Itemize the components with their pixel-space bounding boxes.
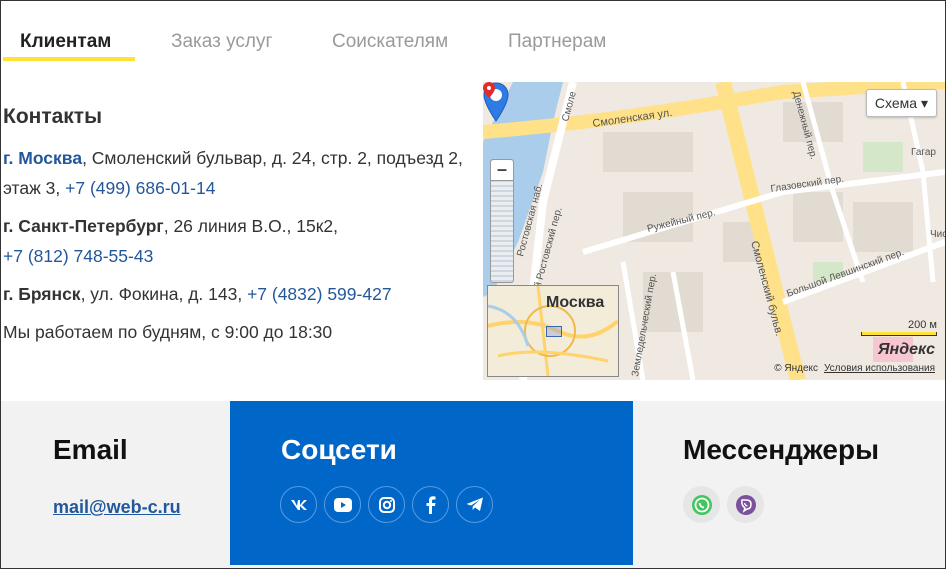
active-tab-indicator [3, 57, 135, 61]
youtube-icon[interactable] [324, 486, 361, 523]
mini-pin-icon [483, 82, 495, 98]
page-frame: Клиентам Заказ услуг Соискателям Партнер… [0, 0, 946, 569]
working-hours: Мы работаем по будням, с 9:00 до 18:30 [3, 322, 333, 342]
zoom-slider[interactable]: – [490, 159, 514, 283]
instagram-icon[interactable] [368, 486, 405, 523]
yandex-map[interactable]: Смоленская ул. Смоленский бульв. Ружейны… [483, 82, 945, 380]
moscow-phone-link[interactable]: +7 (499) 686-01-14 [65, 178, 215, 198]
contact-spb: г. Санкт-Петербург, 26 линия В.О., 15к2,… [3, 211, 473, 271]
minimap-viewport [546, 326, 562, 337]
map-type-button[interactable]: Схема ▾ [865, 89, 937, 117]
contacts-section: Контакты г. Москва, Смоленский бульвар, … [3, 101, 473, 355]
footer: Email mail@web-c.ru Соцсети Мессенджеры [1, 401, 945, 568]
street-gagar: Гагар [911, 147, 936, 158]
zoom-out-button[interactable]: – [491, 160, 513, 181]
social-icons [280, 486, 493, 523]
email-column: Email mail@web-c.ru [1, 401, 230, 568]
tab-partners[interactable]: Партнерам [508, 31, 606, 53]
tab-order-services[interactable]: Заказ услуг [171, 31, 272, 53]
bryansk-address: , ул. Фокина, д. 143, [80, 284, 248, 304]
minimap[interactable]: Москва [487, 285, 619, 377]
spb-address: , 26 линия В.О., 15к2, [163, 216, 338, 236]
bryansk-city: г. Брянск [3, 284, 81, 304]
tab-clients[interactable]: Клиентам [20, 31, 111, 53]
viber-icon[interactable] [727, 486, 764, 523]
vk-icon[interactable] [280, 486, 317, 523]
social-title: Соцсети [281, 434, 397, 465]
messenger-icons [683, 486, 764, 523]
copyright-text: © Яндекс [774, 363, 818, 374]
contact-moscow: г. Москва, Смоленский бульвар, д. 24, ст… [3, 143, 473, 203]
spb-city: г. Санкт-Петербург [3, 216, 164, 236]
map-scale-bar [861, 332, 937, 336]
tab-applicants[interactable]: Соискателям [332, 31, 448, 53]
spb-phone-link[interactable]: +7 (812) 748-55-43 [3, 246, 153, 266]
terms-link[interactable]: Условия использования [824, 363, 935, 374]
facebook-icon[interactable] [412, 486, 449, 523]
tab-bar: Клиентам Заказ услуг Соискателям Партнер… [1, 31, 945, 61]
bryansk-phone-link[interactable]: +7 (4832) 599-427 [247, 284, 392, 304]
messengers-title: Мессенджеры [683, 434, 879, 465]
contacts-title: Контакты [3, 105, 103, 128]
email-title: Email [53, 434, 128, 465]
moscow-city-link[interactable]: г. Москва [3, 148, 82, 168]
messengers-column: Мессенджеры [633, 401, 945, 568]
telegram-icon[interactable] [456, 486, 493, 523]
map-scale-label: 200 м [908, 319, 937, 331]
social-column: Соцсети [230, 401, 633, 565]
whatsapp-icon[interactable] [683, 486, 720, 523]
contact-bryansk: г. Брянск, ул. Фокина, д. 143, +7 (4832)… [3, 279, 473, 309]
minimap-city: Москва [546, 294, 605, 311]
email-link[interactable]: mail@web-c.ru [53, 497, 181, 518]
yandex-logo[interactable]: Яндекс [878, 341, 935, 359]
street-chist: Чист [930, 229, 945, 240]
map-copyright: © Яндекс Условия использования [774, 363, 935, 374]
